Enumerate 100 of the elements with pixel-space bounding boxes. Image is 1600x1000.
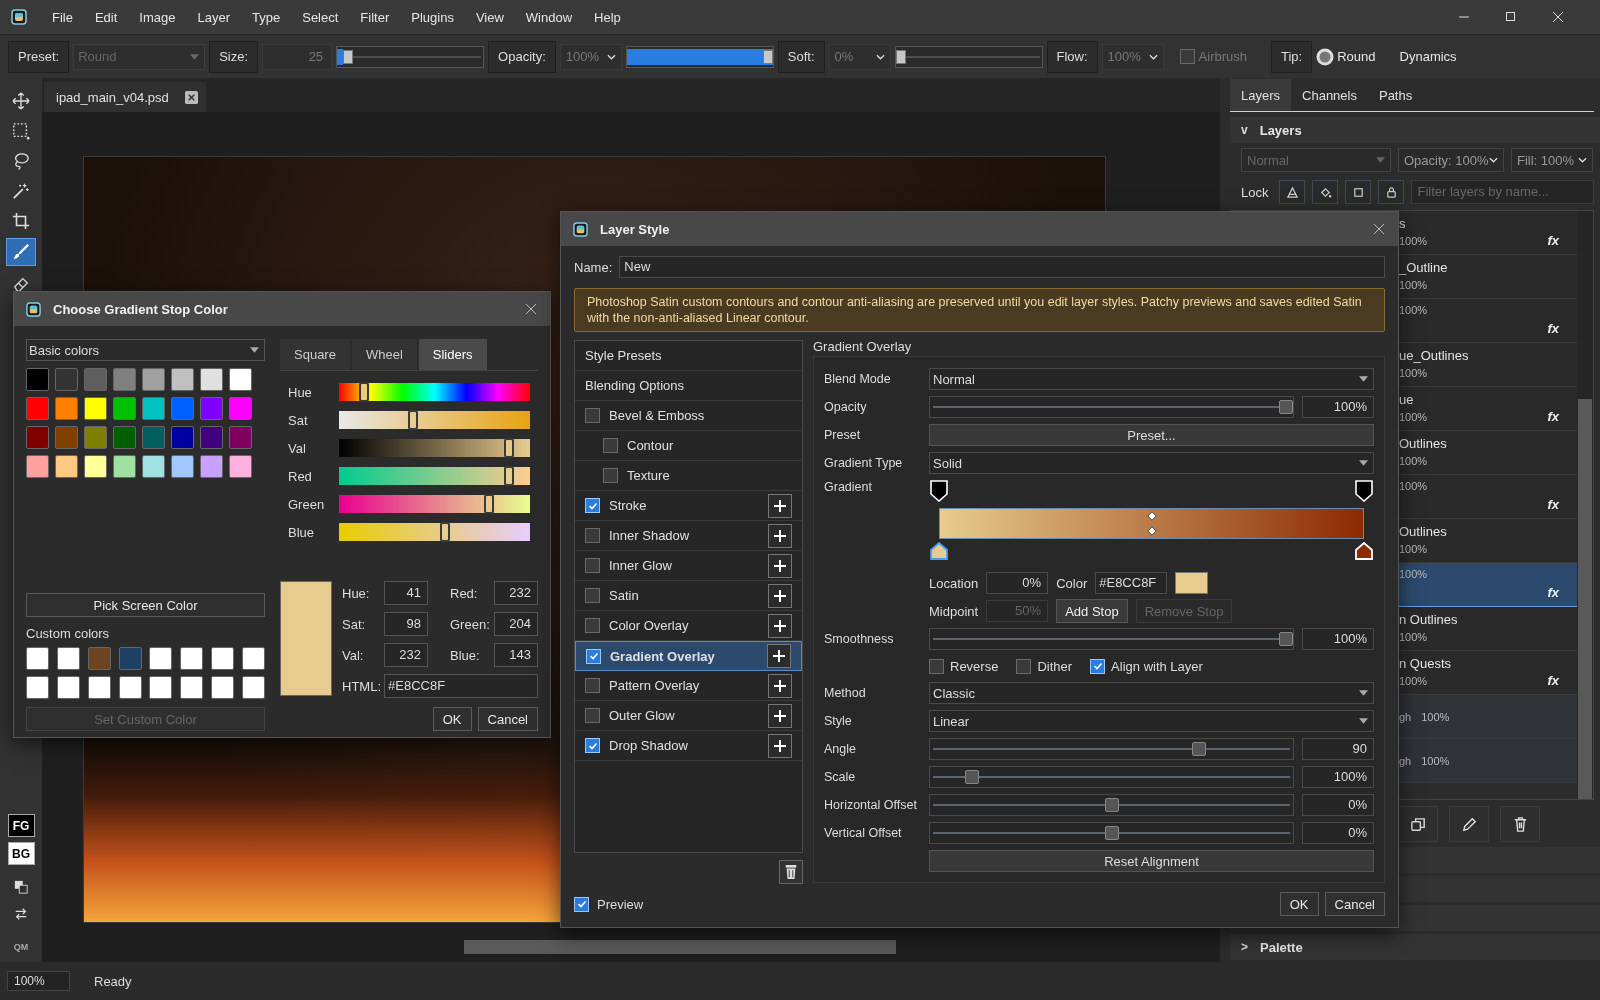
menu-item[interactable]: Filter <box>349 9 401 25</box>
slider[interactable] <box>625 45 774 68</box>
menu-item[interactable]: Type <box>241 9 292 25</box>
add-button[interactable] <box>768 493 792 518</box>
slider[interactable] <box>336 45 485 68</box>
mode-tab[interactable]: Square <box>280 339 350 370</box>
number-field[interactable]: 232 <box>384 643 428 667</box>
scrollbar-thumb[interactable] <box>464 940 896 954</box>
color-swatch[interactable] <box>200 455 223 478</box>
checkbox[interactable] <box>586 648 601 664</box>
slider[interactable] <box>929 628 1294 650</box>
effects-badge[interactable]: fx <box>1547 321 1559 336</box>
color-swatch[interactable] <box>84 397 107 420</box>
ok-button[interactable]: OK <box>432 707 472 731</box>
color-slider[interactable] <box>339 383 530 401</box>
background-color-box[interactable]: BG <box>7 842 35 865</box>
effect-item[interactable]: Bevel & Emboss <box>575 401 802 431</box>
close-icon[interactable] <box>1374 224 1384 234</box>
color-swatch[interactable] <box>142 397 165 420</box>
color-swatch[interactable] <box>56 647 80 670</box>
opacity-dropdown[interactable]: Opacity: 100% <box>1398 148 1504 172</box>
slider[interactable] <box>929 794 1294 816</box>
slider[interactable] <box>929 738 1294 760</box>
color-swatch[interactable] <box>211 676 235 699</box>
dropdown[interactable]: Normal <box>929 368 1374 390</box>
color-swatch[interactable] <box>171 455 194 478</box>
panel-tab[interactable]: Layers <box>1230 79 1292 111</box>
dropdown[interactable]: Linear <box>929 710 1374 732</box>
color-swatch[interactable] <box>56 676 80 699</box>
color-swatch[interactable] <box>26 647 49 670</box>
checkbox[interactable] <box>929 658 944 674</box>
color-swatch[interactable] <box>87 676 111 699</box>
color-swatch[interactable] <box>1175 572 1209 594</box>
quick-mask-button[interactable]: QM <box>13 942 29 952</box>
checkbox[interactable] <box>1179 49 1195 64</box>
section-header[interactable]: > Palette <box>1230 934 1600 960</box>
add-button[interactable] <box>768 523 792 548</box>
color-swatch[interactable] <box>113 368 136 391</box>
close-icon[interactable] <box>1553 12 1563 22</box>
color-swatch[interactable] <box>142 455 165 478</box>
menu-item[interactable]: File <box>41 9 84 25</box>
color-swatch[interactable] <box>171 426 194 449</box>
color-slider[interactable] <box>339 411 530 429</box>
effect-item[interactable]: Contour <box>575 431 802 461</box>
color-swatch[interactable] <box>118 676 142 699</box>
section-header[interactable]: v Layers <box>1230 117 1600 143</box>
color-swatch[interactable] <box>84 455 107 478</box>
menu-item[interactable]: Image <box>128 9 187 25</box>
lock-button[interactable] <box>1345 180 1372 204</box>
hex-field[interactable]: #E8CC8F <box>384 674 538 698</box>
collapse-toggle[interactable]: v <box>1241 123 1248 137</box>
checkbox[interactable] <box>585 678 600 693</box>
slider[interactable] <box>894 45 1043 68</box>
color-swatch[interactable] <box>229 455 252 478</box>
add-button[interactable] <box>768 673 792 698</box>
color-swatch[interactable] <box>26 455 49 478</box>
overlapping-squares-icon[interactable] <box>14 880 28 894</box>
color-swatch[interactable] <box>229 397 252 420</box>
expand-toggle[interactable]: > <box>1241 940 1248 954</box>
checkbox[interactable] <box>603 468 618 483</box>
color-swatch[interactable] <box>118 647 142 670</box>
number-field[interactable]: 232 <box>494 581 538 605</box>
style-list-item[interactable]: Style Presets <box>575 341 802 371</box>
color-slider[interactable] <box>339 467 530 485</box>
maximize-icon[interactable] <box>1506 12 1516 22</box>
cancel-button[interactable]: Cancel <box>1324 892 1385 916</box>
color-swatch[interactable] <box>211 647 235 670</box>
menu-item[interactable]: View <box>464 9 515 25</box>
scrollbar-thumb[interactable] <box>1578 399 1592 799</box>
color-swatch[interactable] <box>55 426 78 449</box>
color-swatch[interactable] <box>142 426 165 449</box>
color-swatch[interactable] <box>200 368 223 391</box>
effect-item[interactable]: Stroke <box>575 491 802 521</box>
document-tab[interactable]: ipad_main_v04.psd <box>44 82 206 112</box>
checkbox[interactable] <box>585 708 600 723</box>
effects-badge[interactable]: fx <box>1547 233 1559 248</box>
mode-tab[interactable]: Wheel <box>351 339 417 370</box>
ok-button[interactable]: OK <box>1279 892 1319 916</box>
palette-dropdown[interactable]: Basic colors <box>26 339 265 361</box>
lock-button[interactable] <box>1279 180 1306 204</box>
checkbox[interactable] <box>585 558 600 573</box>
effect-item[interactable]: Inner Shadow <box>575 521 802 551</box>
color-swatch[interactable] <box>26 368 49 391</box>
color-swatch[interactable] <box>241 647 265 670</box>
color-swatch[interactable] <box>229 368 252 391</box>
color-swatch[interactable] <box>84 368 107 391</box>
lock-button[interactable] <box>1378 180 1405 204</box>
checkbox[interactable] <box>585 408 600 423</box>
effects-badge[interactable]: fx <box>1547 497 1559 512</box>
add-button[interactable] <box>768 553 792 578</box>
color-swatch[interactable] <box>113 397 136 420</box>
edit-button[interactable] <box>1449 806 1489 842</box>
wide-button[interactable]: Reset Alignment <box>929 850 1374 872</box>
delete-button[interactable] <box>1500 806 1540 842</box>
effect-item[interactable]: Gradient Overlay <box>575 641 802 671</box>
checkbox[interactable] <box>1090 658 1106 674</box>
color-swatch[interactable] <box>113 426 136 449</box>
effect-item[interactable]: Drop Shadow <box>575 731 802 761</box>
color-swatch[interactable] <box>200 397 223 420</box>
checkbox[interactable] <box>585 498 600 513</box>
